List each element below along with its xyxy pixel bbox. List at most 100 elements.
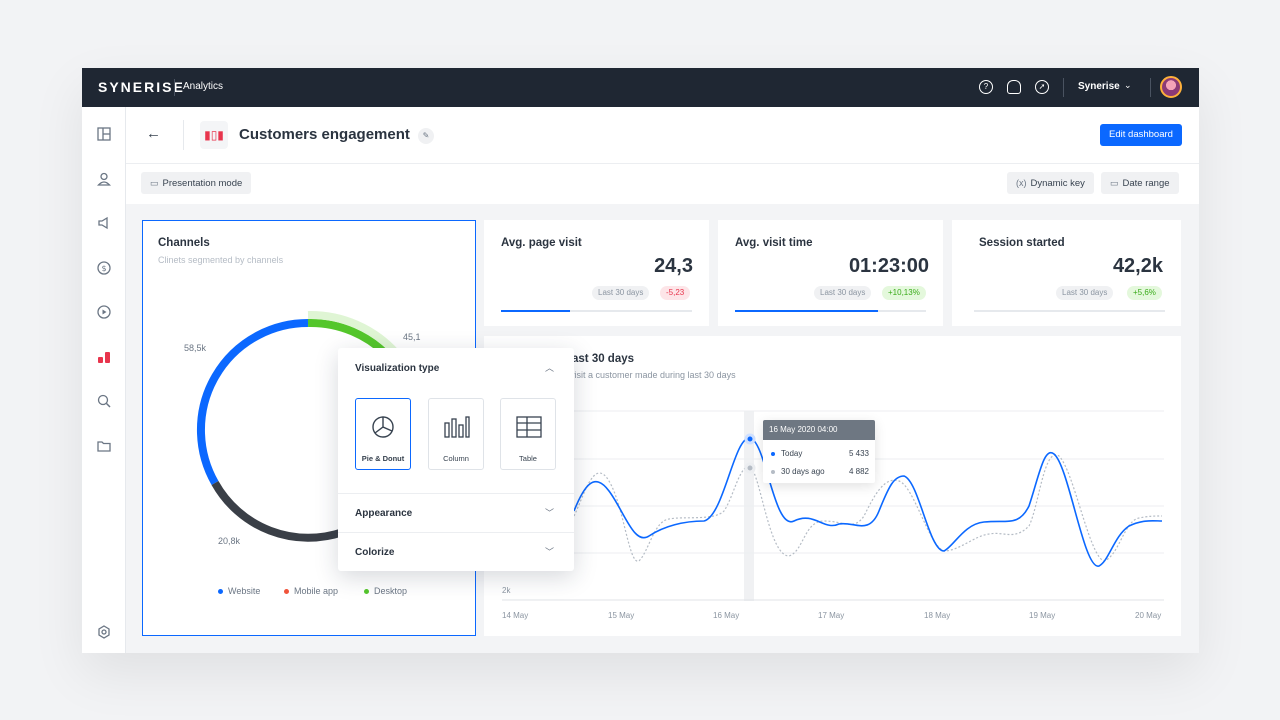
app-name: Analytics <box>183 81 224 92</box>
topbar-divider <box>1150 78 1151 97</box>
tooltip-row-30-days-ago: 30 days ago 4 882 <box>771 467 869 476</box>
legend-dot <box>284 589 289 595</box>
card-title: Channels <box>158 237 210 249</box>
divider <box>338 493 574 494</box>
tooltip-dot <box>771 469 775 474</box>
y-axis-label: 2k <box>502 586 511 595</box>
kpi-value: 01:23:00 <box>848 255 929 277</box>
dynamic-key-button[interactable]: (x) Dynamic key <box>1007 172 1094 194</box>
viz-option-label: Table <box>519 454 537 463</box>
compass-icon[interactable]: ➚ <box>1035 80 1049 94</box>
viz-option-label: Column <box>443 454 469 463</box>
analytics-icon[interactable] <box>96 350 112 366</box>
settings-icon[interactable] <box>96 625 112 641</box>
kpi-title: Session started <box>979 237 1065 249</box>
back-arrow-icon[interactable]: ← <box>146 125 161 142</box>
kpi-card-session-started[interactable]: Session started 42,2k Last 30 days +5,6% <box>952 220 1181 326</box>
x-tick: 17 May <box>818 611 845 620</box>
progress-track <box>974 310 1165 312</box>
calendar-icon: ▭ <box>1110 178 1119 188</box>
legend-item-mobile[interactable]: Mobile app <box>284 586 338 596</box>
appearance-header[interactable]: Appearance <box>355 508 412 519</box>
line-chart <box>502 410 1164 601</box>
viz-option-table[interactable]: Table <box>500 398 556 470</box>
page-title: Customers engagement <box>239 126 410 143</box>
date-range-button[interactable]: ▭ Date range <box>1101 172 1179 194</box>
chevron-down-icon[interactable]: ﹀ <box>545 545 554 558</box>
point-30-days-ago-highlight[interactable] <box>744 462 756 474</box>
delta-badge: +10,13% <box>882 286 926 300</box>
visualization-popover: Visualization type ︿ Pie & Donut Column … <box>338 348 574 571</box>
donut-slice-website[interactable] <box>197 319 309 485</box>
pie-chart-icon <box>372 416 394 438</box>
pencil-icon[interactable]: ✎ <box>418 128 434 144</box>
automation-icon[interactable] <box>96 305 112 321</box>
topbar-divider <box>1063 78 1064 97</box>
variable-icon: (x) <box>1016 178 1027 188</box>
period-badge: Last 30 days <box>814 286 872 300</box>
x-tick: 15 May <box>608 611 635 620</box>
column-chart-icon <box>444 416 470 438</box>
x-tick: 16 May <box>713 611 740 620</box>
top-bar: SYNERISE Analytics ? ➚ Synerise ⌄ <box>82 68 1199 107</box>
folder-icon[interactable] <box>96 439 112 455</box>
tooltip-header: 16 May 2020 04:00 <box>763 420 875 440</box>
sidebar: $ <box>82 107 126 653</box>
chevron-up-icon[interactable]: ︿ <box>545 361 554 374</box>
kpi-value: 42,2k <box>1112 255 1163 277</box>
help-icon[interactable]: ? <box>979 80 993 94</box>
x-tick: 18 May <box>924 611 951 620</box>
kpi-card-avg-visit-time[interactable]: Avg. visit time 01:23:00 Last 30 days +1… <box>718 220 943 326</box>
period-badge: Last 30 days <box>1056 286 1114 300</box>
donut-slice-mobile[interactable] <box>211 481 345 542</box>
dashboards-icon[interactable] <box>96 127 112 143</box>
campaigns-icon[interactable] <box>96 216 112 232</box>
viz-option-column[interactable]: Column <box>428 398 484 470</box>
edit-dashboard-button[interactable]: Edit dashboard <box>1100 124 1182 146</box>
card-subtitle: Clinets segmented by channels <box>158 255 284 265</box>
delta-badge: +5,6% <box>1127 286 1162 300</box>
progress-track <box>501 310 692 312</box>
presentation-mode-button[interactable]: ▭ Presentation mode <box>141 172 252 194</box>
legend-item-website[interactable]: Website <box>218 586 260 596</box>
avatar[interactable] <box>1160 76 1182 98</box>
chart-tooltip: 16 May 2020 04:00 Today 5 433 30 days ago… <box>763 420 875 483</box>
tooltip-dot <box>771 451 775 456</box>
dashboard-type-icon: ▮▯▮ <box>200 121 228 149</box>
profiles-icon[interactable] <box>96 172 112 188</box>
period-badge: Last 30 days <box>592 286 650 300</box>
progress-fill <box>501 310 570 312</box>
chevron-down-icon[interactable]: ⌄ <box>1124 80 1132 91</box>
legend-dot <box>218 589 223 595</box>
chevron-down-icon[interactable]: ﹀ <box>545 506 554 519</box>
toolbar: ▭ Presentation mode (x) Dynamic key ▭ Date … <box>126 164 1199 204</box>
bell-icon[interactable] <box>1007 80 1021 94</box>
visualization-type-header[interactable]: Visualization type <box>355 363 439 374</box>
progress-track <box>735 310 926 312</box>
kpi-title: Avg. page visit <box>501 237 582 249</box>
app-window: SYNERISE Analytics ? ➚ Synerise ⌄ $ ← ▮▯… <box>82 68 1199 653</box>
line-chart-card[interactable]: ast 30 days visit a customer made during… <box>484 336 1181 636</box>
logo-divider <box>174 79 175 96</box>
viz-option-pie-donut[interactable]: Pie & Donut <box>355 398 411 470</box>
search-icon[interactable] <box>96 394 112 410</box>
finance-icon[interactable]: $ <box>96 261 112 277</box>
kpi-card-avg-page-visit[interactable]: Avg. page visit 24,3 Last 30 days -5,23 <box>484 220 709 326</box>
kpi-title: Avg. visit time <box>735 237 813 249</box>
viz-option-label: Pie & Donut <box>361 454 405 463</box>
kpi-value: 24,3 <box>654 255 693 277</box>
slice-label-desktop: 45,1 <box>403 332 421 342</box>
point-today-highlight[interactable] <box>744 433 756 445</box>
legend-item-desktop[interactable]: Desktop <box>364 586 407 596</box>
colorize-header[interactable]: Colorize <box>355 547 394 558</box>
logo: SYNERISE <box>98 79 185 95</box>
monitor-icon: ▭ <box>150 178 159 188</box>
org-selector[interactable]: Synerise <box>1078 81 1120 92</box>
x-tick: 20 May <box>1135 611 1162 620</box>
x-tick: 14 May <box>502 611 529 620</box>
slice-label-website: 58,5k <box>184 343 207 353</box>
tooltip-row-today: Today 5 433 <box>771 449 869 458</box>
progress-fill <box>735 310 879 312</box>
slice-label-mobile: 20,8k <box>218 536 241 546</box>
delta-badge: -5,23 <box>660 286 691 300</box>
